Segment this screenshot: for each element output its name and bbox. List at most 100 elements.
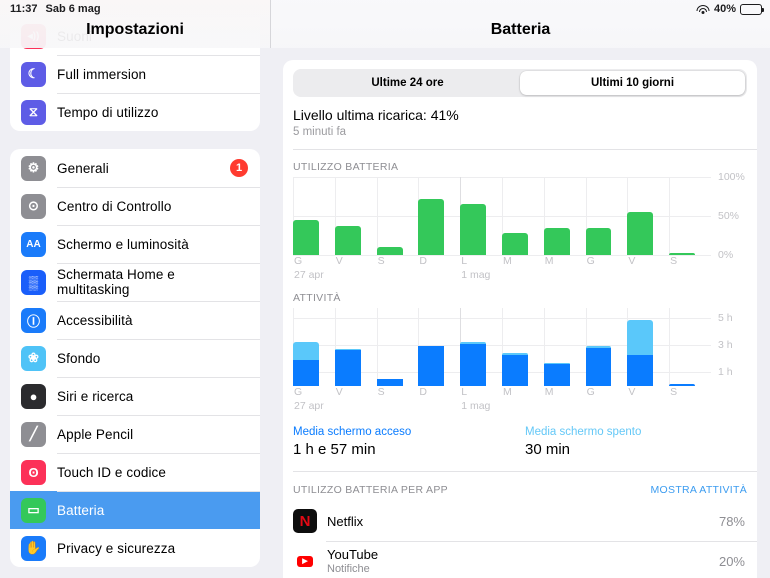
bar-slot[interactable] [460,308,502,386]
bar-slot[interactable] [543,177,586,255]
sidebar-item-schermata-home-e-multitasking[interactable]: ▒ Schermata Home e multitasking [10,263,260,301]
x-tick-label: V [628,255,636,267]
bar[interactable] [501,352,528,386]
app-usage-row[interactable]: N Netflix 78% [283,501,757,541]
hand-privacy-icon: ✋ [21,535,46,561]
x-tick-label: G [586,386,595,398]
app-name: YouTube [327,547,379,562]
sidebar-item-full-immersion[interactable]: ☾ Full immersion [10,55,260,93]
sidebar-item-label: Touch ID e codice [57,464,167,480]
settings-sidebar[interactable]: Impostazioni ◂))Suoni☾Full immersion⧖Tem… [0,0,270,578]
bar-slot[interactable] [418,308,460,386]
show-activity-link[interactable]: MOSTRA ATTIVITÀ [651,484,747,496]
bar-slot[interactable] [669,177,711,255]
sidebar-item-schermo-e-luminosit[interactable]: AA Schermo e luminosità [10,225,260,263]
bar-slot[interactable] [460,177,502,255]
bar[interactable] [669,253,696,255]
bar[interactable] [543,363,570,386]
range-segmented-wrap: Ultime 24 ore Ultimi 10 giorni [283,60,757,97]
settings-app-window: 11:37 Sab 6 mag 40% Impostazioni ◂))Suon… [0,0,770,578]
bar[interactable] [627,212,654,255]
bar-slot[interactable] [501,308,544,386]
sidebar-item-label: Sfondo [57,350,101,366]
bar-segment-screen-on [543,364,570,386]
bar-slot[interactable] [543,308,586,386]
bar-segment-screen-on [669,384,696,386]
x-tick-label: S [377,386,385,398]
sidebar-item-apple-pencil[interactable]: ╱ Apple Pencil [10,415,260,453]
battery-usage-plot[interactable] [293,177,711,256]
bar[interactable] [334,226,361,255]
bar-slot[interactable] [376,308,419,386]
bar[interactable] [543,227,570,255]
bar[interactable] [669,384,696,386]
sidebar-item-generali[interactable]: ⚙ Generali 1 [10,149,260,187]
sidebar-item-tempo-di-utilizzo[interactable]: ⧖ Tempo di utilizzo [10,93,260,131]
moon-icon: ☾ [21,61,46,87]
bar-slot[interactable] [334,177,377,255]
sidebar-item-centro-di-controllo[interactable]: ⊙ Centro di Controllo [10,187,260,225]
range-segmented-control[interactable]: Ultime 24 ore Ultimi 10 giorni [293,69,747,97]
sidebar-item-touch-id-e-codice[interactable]: ʘ Touch ID e codice [10,453,260,491]
bar[interactable] [293,342,319,386]
sidebar-item-label: Schermata Home e multitasking [57,267,175,297]
bar-slot[interactable] [627,308,669,386]
bar-slot[interactable] [376,177,419,255]
averages-row: Media schermo acceso 1 h e 57 min Media sc… [283,412,757,471]
bar[interactable] [585,346,612,386]
bar-segment-screen-on [418,346,445,386]
netflix-icon: N [293,509,317,533]
home-screen-icon: ▒ [21,269,46,295]
y-tick-label: 100% [718,171,745,183]
bar[interactable] [501,233,528,255]
activity-plot[interactable] [293,308,711,386]
bar-slot[interactable] [501,177,544,255]
bar-slot[interactable] [418,177,460,255]
bar-segment-screen-off [293,342,319,361]
battery-icon [740,3,764,15]
app-usage-row[interactable]: ▶ YouTube Notifiche 20% [283,541,757,578]
x-sub-label: 27 apr [294,400,324,412]
bar-slot[interactable] [627,177,669,255]
battery-usage-x-axis: G 27 apr V S D L 1 mag M M G V S [283,255,757,281]
sidebar-item-siri-e-ricerca[interactable]: ● Siri e ricerca [10,377,260,415]
bar[interactable] [293,219,319,255]
bar-slot[interactable] [585,308,628,386]
bar[interactable] [460,342,487,386]
battery-usage-chart[interactable]: 0% 50% 100% [283,171,757,261]
bar-slot[interactable] [293,308,335,386]
bar[interactable] [460,204,487,255]
segment-ultime-24-ore[interactable]: Ultime 24 ore [295,71,520,95]
x-tick-label: G 27 apr [293,386,335,412]
app-battery-percent: 20% [718,553,745,569]
bar-slot[interactable] [669,308,711,386]
app-text: YouTube Notifiche [327,547,378,575]
bar[interactable] [376,378,403,386]
segment-ultimi-10-giorni[interactable]: Ultimi 10 giorni [520,71,745,95]
bar-slot[interactable] [334,308,377,386]
wallpaper-icon: ❀ [21,345,46,371]
control-center-icon: ⊙ [21,193,46,219]
sidebar-item-privacy-e-sicurezza[interactable]: ✋ Privacy e sicurezza [10,529,260,567]
bar-slot[interactable] [585,177,628,255]
bar-segment-screen-off [627,320,654,355]
sidebar-item-accessibilit[interactable]: Ⓘ Accessibilità [10,301,260,339]
average-on: Media schermo acceso 1 h e 57 min [293,426,525,458]
bar[interactable] [418,198,445,255]
app-usage-list[interactable]: NNetflix78%▶YouTubeNotifiche20%▤Schermat… [283,501,757,578]
activity-chart[interactable]: 1 h 3 h 5 h [283,308,757,386]
x-tick-label: D [419,255,427,267]
bar[interactable] [418,345,445,386]
bar[interactable] [585,227,612,255]
hourglass-icon: ⧖ [21,99,46,125]
x-tick-label: S [670,386,678,398]
sidebar-item-batteria[interactable]: ▭ Batteria [10,491,260,529]
bar[interactable] [627,320,654,386]
bar-segment-screen-on [334,350,361,386]
detail-scroll-area[interactable]: Ultime 24 ore Ultimi 10 giorni Livello ul… [270,48,770,578]
sidebar-scroll-area[interactable]: ◂))Suoni☾Full immersion⧖Tempo di utilizz… [0,17,270,578]
bar[interactable] [376,247,403,255]
bar[interactable] [334,349,361,386]
bar-slot[interactable] [293,177,335,255]
sidebar-item-sfondo[interactable]: ❀ Sfondo [10,339,260,377]
